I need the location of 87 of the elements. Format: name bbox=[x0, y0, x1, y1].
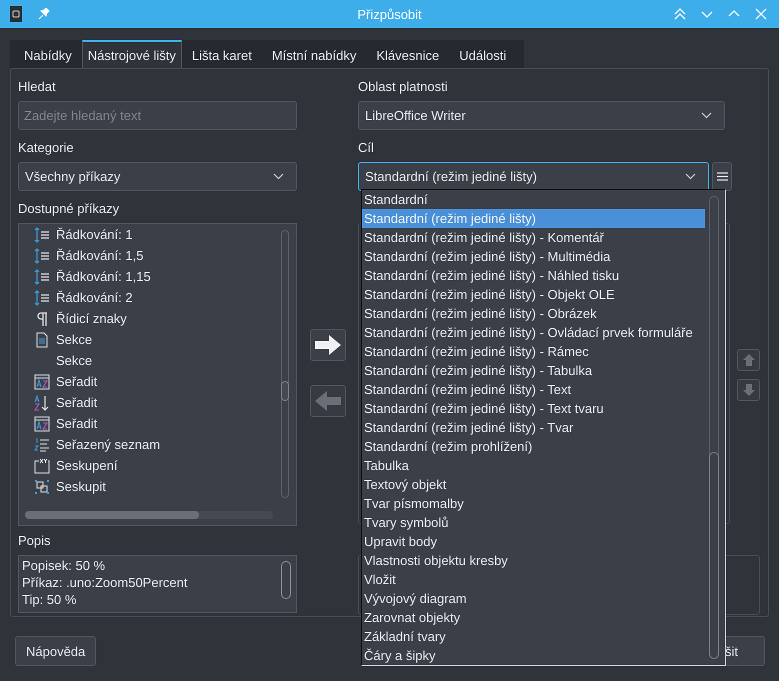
scrollbar[interactable] bbox=[281, 561, 291, 599]
arrow-left-icon bbox=[314, 390, 342, 412]
list-item[interactable]: Seřadit bbox=[56, 416, 98, 431]
dropdown-option[interactable]: Standardní (režim jediné lišty) - Tvar bbox=[362, 418, 705, 437]
description-line: Tip: 50 % bbox=[22, 591, 78, 608]
list-item[interactable]: Seskupit bbox=[56, 479, 106, 494]
close-icon[interactable] bbox=[755, 8, 767, 20]
document-icon bbox=[34, 332, 50, 348]
dropdown-option[interactable]: Standardní (režim jediné lišty) - Náhled tisku bbox=[362, 266, 705, 285]
dropdown-option[interactable]: Tvary symbolů bbox=[362, 513, 705, 532]
scrollbar[interactable] bbox=[25, 511, 273, 519]
frame-icon bbox=[34, 458, 50, 474]
target-label: Cíl bbox=[358, 139, 374, 157]
group-icon bbox=[34, 478, 50, 494]
menu-icon bbox=[716, 172, 728, 181]
line-spacing-icon bbox=[34, 268, 50, 284]
dropdown-option[interactable]: Čáry a šipky bbox=[362, 646, 705, 665]
dropdown-option[interactable]: Standardní (režim jediné lišty) - Tabulka bbox=[362, 361, 705, 380]
scope-label: Oblast platnosti bbox=[358, 78, 448, 96]
commands-label: Dostupné příkazy bbox=[18, 200, 120, 218]
search-label: Hledat bbox=[18, 78, 56, 96]
line-spacing-icon bbox=[34, 248, 50, 264]
dropdown-option[interactable]: Standardní (režim prohlížení) bbox=[362, 437, 705, 456]
list-item[interactable]: Řádkování: 1,5 bbox=[56, 248, 144, 263]
dropdown-option[interactable]: Standardní (režim jediné lišty) - Multimédia bbox=[362, 247, 705, 266]
scope-dropdown[interactable]: LibreOffice Writer bbox=[358, 101, 725, 130]
dropdown-option[interactable]: Tabulka bbox=[362, 456, 705, 475]
category-dropdown[interactable]: Všechny příkazy bbox=[18, 162, 297, 191]
search-field[interactable]: Zadejte hledaný text bbox=[18, 101, 297, 130]
dropdown-option[interactable]: Standardní (režim jediné lišty) - Text bbox=[362, 380, 705, 399]
chevron-down-icon bbox=[273, 173, 284, 180]
list-item[interactable]: Sekce bbox=[56, 353, 92, 368]
list-item[interactable]: Sekce bbox=[56, 332, 92, 347]
tab[interactable]: Lišta karet bbox=[182, 42, 262, 68]
list-item[interactable]: Seřadit bbox=[56, 374, 98, 389]
dropdown-option[interactable]: Upravit body bbox=[362, 532, 705, 551]
chevron-down-icon bbox=[685, 173, 696, 180]
description-line: Příkaz: .uno:Zoom50Percent bbox=[22, 574, 188, 591]
menu-button[interactable] bbox=[712, 162, 732, 191]
tab[interactable]: Klávesnice bbox=[366, 42, 450, 68]
dropdown-option[interactable]: Textový objekt bbox=[362, 475, 705, 494]
dropdown-option[interactable]: Standardní (režim jediné lišty) - Obrázek bbox=[362, 304, 705, 323]
dropdown-option[interactable]: Standardní (režim jediné lišty) - Text tvaru bbox=[362, 399, 705, 418]
dropdown-option[interactable]: Vložit bbox=[362, 570, 705, 589]
line-spacing-icon bbox=[34, 226, 50, 242]
dropdown-option[interactable]: Vývojový diagram bbox=[362, 589, 705, 608]
numbered-list-icon bbox=[34, 436, 50, 452]
arrow-up-icon bbox=[742, 353, 756, 367]
keep-above-icon[interactable] bbox=[674, 8, 686, 20]
target-dropdown[interactable]: Standardní (režim jediné lišty) bbox=[358, 162, 709, 191]
arrow-right-icon bbox=[314, 334, 342, 356]
scrollbar[interactable] bbox=[281, 230, 289, 498]
dropdown-option[interactable]: Tvar písmomalby bbox=[362, 494, 705, 513]
list-item[interactable]: Seřazený seznam bbox=[56, 437, 160, 452]
tab[interactable]: Nástrojové lišty bbox=[82, 40, 182, 68]
tab[interactable]: Místní nabídky bbox=[262, 42, 366, 68]
dropdown-option[interactable]: Standardní (režim jediné lišty) - Komentář bbox=[362, 228, 705, 247]
list-item[interactable]: Řídicí znaky bbox=[56, 311, 127, 326]
sort-icon bbox=[34, 394, 50, 410]
description-line: Popisek: 50 % bbox=[22, 557, 106, 574]
pin-icon[interactable] bbox=[38, 8, 50, 20]
description-label: Popis bbox=[18, 532, 51, 550]
scrollbar[interactable] bbox=[709, 196, 719, 659]
list-item[interactable]: Řádkování: 2 bbox=[56, 290, 133, 305]
document-icon bbox=[10, 6, 22, 22]
dropdown-option[interactable]: Zarovnat objekty bbox=[362, 608, 705, 627]
chevron-down-icon bbox=[701, 112, 712, 119]
list-item[interactable]: Seřadit bbox=[56, 395, 98, 410]
list-item[interactable]: Řádkování: 1 bbox=[56, 227, 133, 242]
dropdown-option[interactable]: Vlastnosti objektu kresby bbox=[362, 551, 705, 570]
list-item[interactable]: Seskupení bbox=[56, 458, 118, 473]
dropdown-option[interactable]: Standardní (režim jediné lišty) - Objekt OLE bbox=[362, 285, 705, 304]
tab[interactable]: Nabídky bbox=[14, 42, 82, 68]
window-title: Přizpůsobit bbox=[357, 6, 422, 22]
sort-icon bbox=[34, 374, 50, 390]
line-spacing-icon bbox=[34, 290, 50, 306]
dropdown-option[interactable]: Základní tvary bbox=[362, 627, 705, 646]
add-button[interactable] bbox=[310, 329, 346, 361]
dropdown-option[interactable]: Standardní (režim jediné lišty) - Rámec bbox=[362, 342, 705, 361]
sort-icon bbox=[34, 416, 50, 432]
tab[interactable]: Události bbox=[449, 42, 516, 68]
list-item[interactable]: Řádkování: 1,15 bbox=[56, 269, 151, 284]
help-button[interactable]: Nápověda bbox=[15, 636, 96, 666]
dropdown-option[interactable]: Standardní bbox=[362, 190, 705, 209]
category-label: Kategorie bbox=[18, 139, 74, 157]
dropdown-option[interactable]: Standardní (režim jediné lišty) - Ovládací prvek formuláře bbox=[362, 323, 705, 342]
arrow-down-icon bbox=[742, 383, 756, 397]
